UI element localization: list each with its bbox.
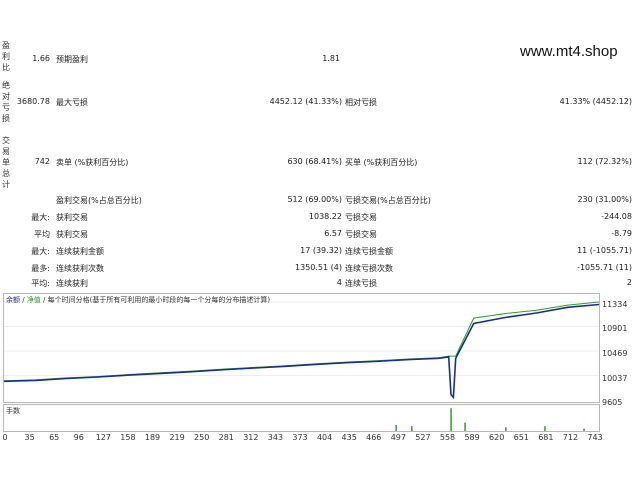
long-positions-label: 买单 (%获利百分比) (345, 158, 418, 167)
stats-label: 获利交易 (56, 230, 88, 239)
x-tick-label: 435 (341, 433, 357, 442)
stats-label-right: 连续亏损金额 (345, 247, 393, 256)
volume-bar (505, 427, 507, 431)
stats-value: 1350.51 (4) (295, 263, 342, 272)
x-tick-label: 65 (49, 433, 60, 442)
x-tick-label: 96 (73, 433, 84, 442)
x-tick-label: 343 (267, 433, 284, 442)
relative-drawdown-value: 41.33% (4452.12) (559, 97, 632, 106)
stats-prefix: 最大: (31, 247, 50, 256)
x-tick-label: 373 (292, 433, 308, 442)
short-positions-value: 630 (68.41%) (287, 157, 342, 166)
x-tick-label: 681 (538, 433, 554, 442)
trades-summary-section-label: 交 易 单 总 计 (2, 136, 10, 189)
stats-value-right: -244.08 (601, 212, 632, 221)
expected-payoff-label: 预期盈利 (56, 55, 88, 64)
stats-value-right: 11 (-1055.71) (577, 246, 632, 255)
x-tick-label: 620 (489, 433, 505, 442)
profit-factor-section-label: 盈 利 比 (2, 41, 10, 72)
stats-prefix: 最大: (31, 213, 50, 222)
volume-bar (411, 426, 413, 431)
stats-label: 连续获利次数 (56, 264, 104, 273)
legend-equity: 净值 (26, 296, 41, 304)
stats-value: 1038.22 (308, 212, 342, 221)
x-tick-label: 127 (95, 433, 111, 442)
stats-label: 连续获利 (56, 279, 88, 288)
stats-value: 17 (39.32) (300, 246, 342, 255)
stats-value-right: -8.79 (611, 229, 632, 238)
max-drawdown-value: 4452.12 (41.33%) (269, 97, 342, 106)
stats-value-right: -1055.71 (11) (577, 263, 632, 272)
volume-chart: 手数 (3, 404, 600, 432)
x-tick-label: 158 (120, 433, 136, 442)
y-tick-label: 11334 (602, 300, 628, 309)
max-drawdown-label: 最大亏损 (56, 98, 88, 107)
x-tick-label: 466 (366, 433, 382, 442)
stats-label: 盈利交易(%占总百分比) (56, 196, 142, 205)
stats-value: 6.57 (324, 229, 342, 238)
watermark-text: www.mt4.shop (520, 43, 618, 60)
balance-chart: 余额 / 净值 / 每个时间分格(基于所有可利用的最小时段的每一个分每的分布描述… (3, 293, 600, 403)
legend-balance: 余额 (6, 296, 20, 304)
relative-drawdown-label: 相对亏损 (345, 98, 377, 107)
volume-label: 手数 (6, 407, 20, 415)
stats-prefix: 最多: (31, 264, 50, 273)
balance-chart-svg (4, 301, 599, 400)
total-trades-value: 742 (34, 157, 50, 166)
stats-value-right: 230 (31.00%) (577, 195, 632, 204)
x-tick-label: 527 (415, 433, 431, 442)
short-positions-label: 卖单 (%获利百分比) (56, 158, 129, 167)
x-tick-label: 558 (439, 433, 456, 442)
stats-label-right: 连续亏损次数 (345, 264, 393, 273)
x-tick-label: 712 (562, 433, 579, 442)
x-tick-label: 281 (218, 433, 234, 442)
x-tick-label: 35 (24, 433, 35, 442)
stats-label-right: 亏损交易(%占总百分比) (345, 196, 431, 205)
absolute-drawdown-section-label: 绝 对 亏 损 (2, 81, 10, 123)
x-tick-label: 651 (513, 433, 529, 442)
x-tick-label: 189 (144, 433, 161, 442)
stats-label: 连续获利金额 (56, 247, 104, 256)
profit-factor-value: 1.66 (32, 54, 50, 63)
expected-payoff-value: 1.81 (322, 54, 340, 63)
x-tick-label: 219 (169, 433, 185, 442)
volume-bar (583, 428, 585, 431)
x-tick-label: 497 (390, 433, 406, 442)
stats-label: 获利交易 (56, 213, 88, 222)
x-tick-label: 404 (316, 433, 333, 442)
y-tick-label: 10469 (602, 349, 628, 358)
equity-line (4, 301, 599, 382)
volume-bar (395, 425, 397, 431)
volume-bar (450, 408, 452, 431)
volume-bar (464, 422, 466, 431)
stats-prefix: 平均: (31, 279, 50, 288)
stats-label-right: 连续亏损 (345, 279, 377, 288)
long-positions-value: 112 (72.32%) (577, 157, 632, 166)
volume-bar (544, 426, 546, 431)
x-tick-label: 589 (464, 433, 480, 442)
stats-label-right: 亏损交易 (345, 213, 377, 222)
absolute-drawdown-value: 3680.78 (16, 97, 50, 106)
y-tick-label: 9605 (602, 398, 623, 407)
x-tick-label: 312 (243, 433, 259, 442)
legend-description: 每个时间分格(基于所有可利用的最小时段的每一个分每的分布描述计算) (47, 296, 271, 304)
volume-chart-svg (395, 408, 585, 431)
x-tick-label: 743 (587, 433, 603, 442)
stats-value-right: 2 (626, 278, 632, 287)
x-tick-label: 250 (194, 433, 210, 442)
stats-value: 4 (336, 278, 342, 287)
chart-legend: 余额 / 净值 / 每个时间分格(基于所有可利用的最小时段的每一个分每的分布描述… (6, 296, 271, 304)
y-tick-label: 10901 (602, 324, 628, 333)
x-tick-label: 0 (2, 433, 8, 442)
y-tick-label: 10037 (602, 374, 628, 383)
stats-label-right: 亏损交易 (345, 230, 377, 239)
stats-prefix: 平均 (34, 230, 50, 239)
stats-value: 512 (69.00%) (287, 195, 342, 204)
